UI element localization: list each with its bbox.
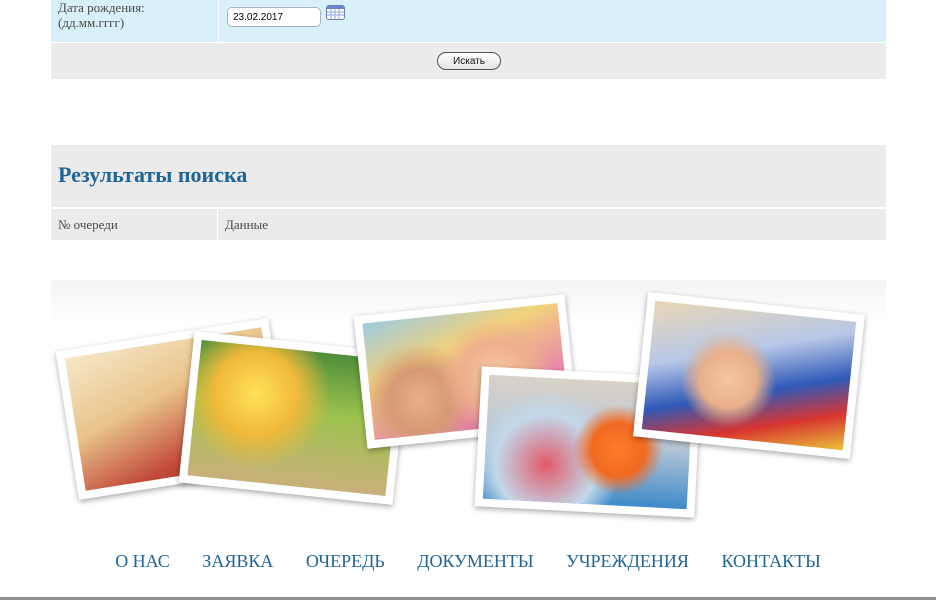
nav-link-application[interactable]: ЗАЯВКА (202, 551, 273, 571)
nav-link-contacts[interactable]: КОНТАКТЫ (721, 551, 820, 571)
birth-date-value-cell (219, 0, 886, 42)
birth-date-label-cell: Дата рождения: (дд.мм.гггг) (51, 0, 218, 42)
column-header-data: Данные (225, 217, 269, 232)
birth-date-row: Дата рождения: (дд.мм.гггг) (51, 0, 886, 42)
search-button[interactable]: Искать (437, 52, 501, 70)
nav-link-queue[interactable]: ОЧЕРЕДЬ (306, 551, 385, 571)
nav-link-institutions[interactable]: УЧРЕЖДЕНИЯ (566, 551, 689, 571)
collage-photo-5 (633, 292, 865, 459)
results-title: Результаты поиска (58, 162, 248, 187)
calendar-icon[interactable] (326, 5, 345, 20)
results-table-header: № очереди Данные (51, 209, 886, 240)
birth-date-label: Дата рождения: (58, 0, 145, 15)
birth-date-format-hint: (дд.мм.гггг) (58, 15, 125, 30)
nav-link-documents[interactable]: ДОКУМЕНТЫ (417, 551, 533, 571)
footer-nav: О НАС ЗАЯВКА ОЧЕРЕДЬ ДОКУМЕНТЫ УЧРЕЖДЕНИ… (0, 551, 936, 572)
search-bar: Искать (51, 43, 886, 79)
results-header: Результаты поиска (51, 145, 886, 207)
birth-date-input[interactable] (227, 7, 321, 27)
column-header-queue: № очереди (58, 217, 118, 232)
nav-link-about[interactable]: О НАС (115, 551, 170, 571)
